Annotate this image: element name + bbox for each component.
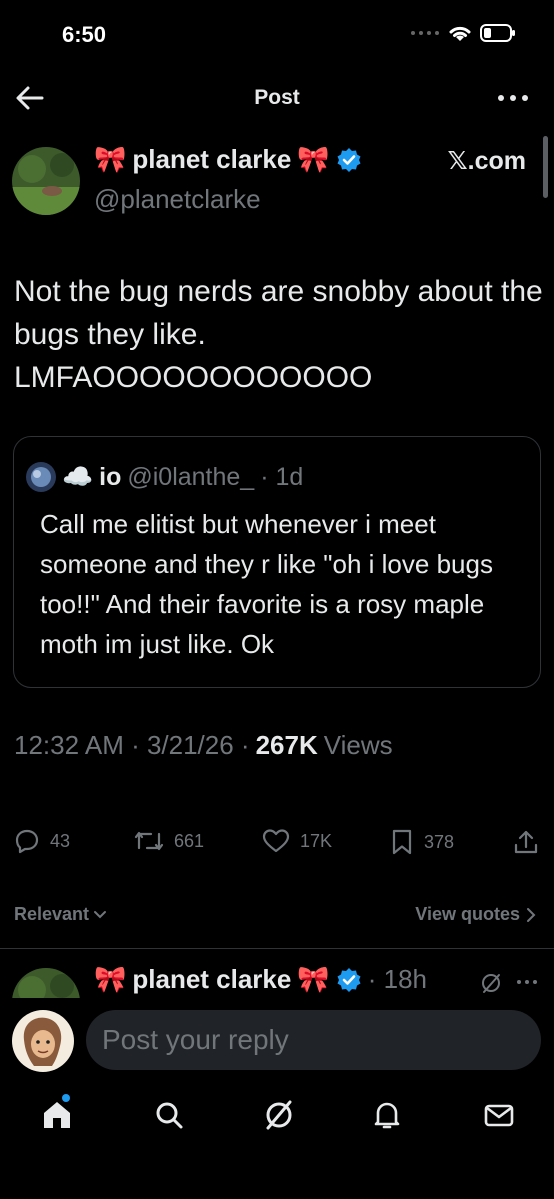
quoted-post-header: ☁️ io @i0lanthe_ · 1d [26,462,303,492]
divider [0,948,554,949]
like-count: 17K [300,830,333,851]
tab-notifications[interactable] [370,1098,404,1132]
share-button[interactable] [512,828,540,856]
bow-emoji: 🎀 [94,964,127,994]
tab-grok[interactable] [262,1098,296,1132]
view-quotes-label: View quotes [415,904,520,924]
view-quotes-link[interactable]: View quotes [415,904,536,925]
bow-emoji: 🎀 [297,144,330,174]
reply-input[interactable]: Post your reply [86,1010,541,1070]
verified-badge-icon [336,147,362,173]
chevron-down-icon [93,910,107,920]
author-name[interactable]: planet clarke [132,144,291,175]
tweet-text: Not the bug nerds are snobby about the b… [14,275,543,394]
status-icons [410,24,516,42]
repost-icon [134,828,164,854]
bow-emoji: 🎀 [297,964,330,994]
notification-dot [62,1094,70,1102]
quoted-author-name: io [99,462,122,491]
sort-relevant-dropdown[interactable]: Relevant [14,904,107,925]
reply-author-name[interactable]: planet clarke [132,964,291,995]
quoted-post-time: · 1d [260,462,304,491]
views-count: 267K [255,730,318,760]
reply-author-avatar[interactable] [12,968,80,998]
tab-search[interactable] [152,1098,186,1132]
post-timestamp: 12:32 AM · 3/21/26 · [14,730,250,760]
reply-button[interactable]: 43 [14,828,70,854]
quoted-author-avatar [26,462,56,492]
tab-home[interactable] [40,1094,74,1132]
bottom-tab-bar [0,1090,554,1142]
bookmark-icon [390,828,414,856]
reply-count: 43 [50,830,71,851]
bow-emoji: 🎀 [94,144,127,174]
status-time: 6:50 [62,22,107,47]
grok-icon[interactable] [480,972,502,994]
repost-button[interactable]: 661 [134,828,204,854]
reply-time: · 18h [367,964,427,994]
verified-badge-icon [336,967,362,993]
author-name-row[interactable]: 🎀 planet clarke 🎀 [94,144,362,175]
action-bar: 43 661 17K 378 [14,828,542,862]
bookmark-button[interactable]: 378 [390,828,454,856]
page-title: Post [254,86,300,109]
reply-preview[interactable]: 🎀 planet clarke 🎀 · 18h [0,960,554,998]
source-label[interactable]: 𝕏.com [448,146,527,176]
views-label: Views [323,730,393,760]
reply-more-icon[interactable] [516,978,538,986]
wifi-icon [448,24,472,42]
sort-label: Relevant [14,904,90,924]
bookmark-count: 378 [424,831,455,852]
post-meta: 12:32 AM · 3/21/26 · 267K Views [14,730,393,761]
reply-icon [14,828,40,854]
my-avatar[interactable] [12,1010,74,1072]
tab-messages[interactable] [482,1098,516,1132]
author-handle[interactable]: @planetclarke [94,184,261,215]
battery-icon [480,24,516,42]
more-options-icon[interactable] [496,88,530,108]
cloud-emoji: ☁️ [62,462,94,491]
heart-icon [262,828,290,854]
quoted-post-text: Call me elitist but whenever i meet some… [40,509,493,659]
like-button[interactable]: 17K [262,828,332,854]
author-avatar[interactable] [12,147,80,215]
cellular-signal-icon [410,29,440,37]
scrollbar[interactable] [543,136,548,198]
chevron-right-icon [526,907,536,923]
repost-count: 661 [174,830,205,851]
quoted-author-handle: @i0lanthe_ [127,462,255,491]
reply-author-row: 🎀 planet clarke 🎀 · 18h [94,964,427,995]
share-icon [512,828,540,856]
